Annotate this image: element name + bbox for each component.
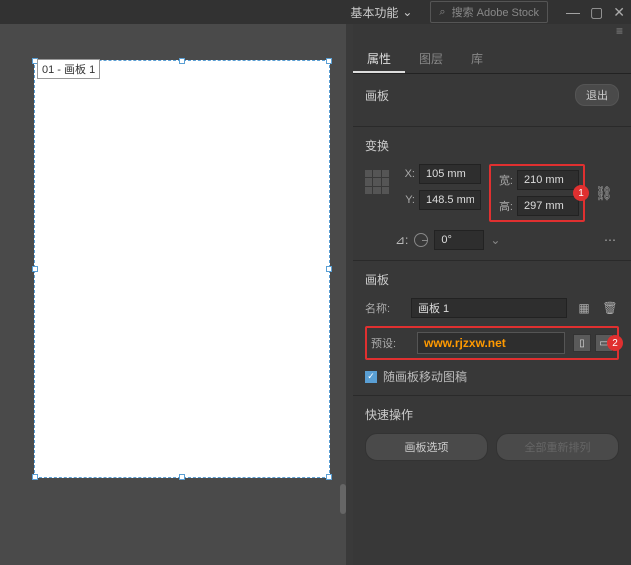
x-label: X:: [397, 168, 415, 180]
resize-handle[interactable]: [326, 266, 332, 272]
x-input[interactable]: [419, 164, 481, 184]
move-artwork-label: 随画板移动图稿: [383, 368, 467, 385]
resize-handle[interactable]: [326, 474, 332, 480]
exit-button[interactable]: 退出: [575, 84, 619, 106]
preset-row-highlight: 预设: www.rjzxw.net ▯ ▭ 2: [365, 326, 619, 360]
artboard[interactable]: 01 - 画板 1: [34, 60, 330, 478]
close-icon[interactable]: ✕: [613, 4, 625, 21]
dropdown-icon[interactable]: ⌄: [490, 233, 500, 247]
artboard-name-input[interactable]: [411, 298, 567, 318]
window-controls: — ▢ ✕: [566, 4, 625, 21]
width-input[interactable]: [517, 170, 579, 190]
artboard-label[interactable]: 01 - 画板 1: [37, 59, 100, 79]
move-artwork-checkbox[interactable]: ✓: [365, 371, 377, 383]
search-placeholder: 搜索 Adobe Stock: [452, 4, 539, 20]
section-transform: 变换 X: Y: 宽:: [353, 127, 631, 261]
chevron-down-icon: ⌄: [402, 5, 412, 19]
width-label: 宽:: [495, 172, 513, 188]
angle-label: ⊿:: [395, 233, 408, 247]
tab-properties[interactable]: 属性: [353, 44, 405, 73]
minimize-icon[interactable]: —: [566, 4, 580, 21]
main-area: 01 - 画板 1 ≡ 属性 图层 库 画板 退出 变换: [0, 24, 631, 565]
search-box[interactable]: ⌕ 搜索 Adobe Stock: [430, 1, 548, 23]
preset-dropdown[interactable]: www.rjzxw.net: [417, 332, 565, 354]
resize-handle[interactable]: [179, 474, 185, 480]
artboard-nav-icon[interactable]: ▦: [575, 299, 593, 317]
restore-icon[interactable]: ▢: [590, 4, 603, 21]
height-input[interactable]: [517, 196, 579, 216]
properties-panel: ≡ 属性 图层 库 画板 退出 变换 X:: [353, 24, 631, 565]
section-artboard-detail: 画板 名称: ▦ 🗑 预设: www.rjzxw.net ▯ ▭ 2 ✓ 随画板…: [353, 261, 631, 396]
quick-actions-title: 快速操作: [365, 406, 619, 423]
panel-divider[interactable]: [346, 24, 353, 565]
artboard-detail-title: 画板: [365, 271, 619, 288]
resize-handle[interactable]: [179, 58, 185, 64]
resize-handle[interactable]: [32, 474, 38, 480]
name-label: 名称:: [365, 300, 403, 316]
size-fields-highlight: 宽: 高: 1: [489, 164, 585, 222]
workspace-switcher[interactable]: 基本功能 ⌄: [342, 2, 420, 23]
section-quick-actions: 快速操作 画板选项 全部重新排列: [353, 396, 631, 471]
artboard-header-title: 画板: [365, 87, 389, 104]
delete-icon[interactable]: 🗑: [601, 299, 619, 317]
top-bar: 基本功能 ⌄ ⌕ 搜索 Adobe Stock — ▢ ✕: [0, 0, 631, 24]
workspace-label: 基本功能: [350, 4, 398, 21]
anchor-widget[interactable]: [365, 170, 389, 194]
height-label: 高:: [495, 198, 513, 214]
scrollbar-thumb[interactable]: [340, 484, 346, 514]
preset-label: 预设:: [371, 335, 409, 351]
section-artboard-header: 画板 退出: [353, 74, 631, 127]
y-input[interactable]: [419, 190, 481, 210]
more-options-icon[interactable]: ⋯: [601, 231, 619, 249]
panel-menu-icon[interactable]: ≡: [353, 24, 631, 44]
panel-tabs: 属性 图层 库: [353, 44, 631, 74]
angle-input[interactable]: [434, 230, 484, 250]
search-icon: ⌕: [439, 6, 445, 19]
link-icon[interactable]: ⛓: [595, 185, 613, 202]
artboard-options-button[interactable]: 画板选项: [365, 433, 488, 461]
transform-title: 变换: [365, 137, 619, 154]
canvas-area[interactable]: 01 - 画板 1: [0, 24, 346, 565]
angle-dial-icon[interactable]: [414, 233, 428, 247]
tab-layers[interactable]: 图层: [405, 44, 457, 73]
orientation-portrait-icon[interactable]: ▯: [573, 334, 591, 352]
resize-handle[interactable]: [326, 58, 332, 64]
annotation-badge-1: 1: [573, 185, 589, 201]
resize-handle[interactable]: [32, 266, 38, 272]
rearrange-all-button[interactable]: 全部重新排列: [496, 433, 619, 461]
y-label: Y:: [397, 194, 415, 206]
tab-libraries[interactable]: 库: [457, 44, 497, 73]
annotation-badge-2: 2: [607, 335, 623, 351]
